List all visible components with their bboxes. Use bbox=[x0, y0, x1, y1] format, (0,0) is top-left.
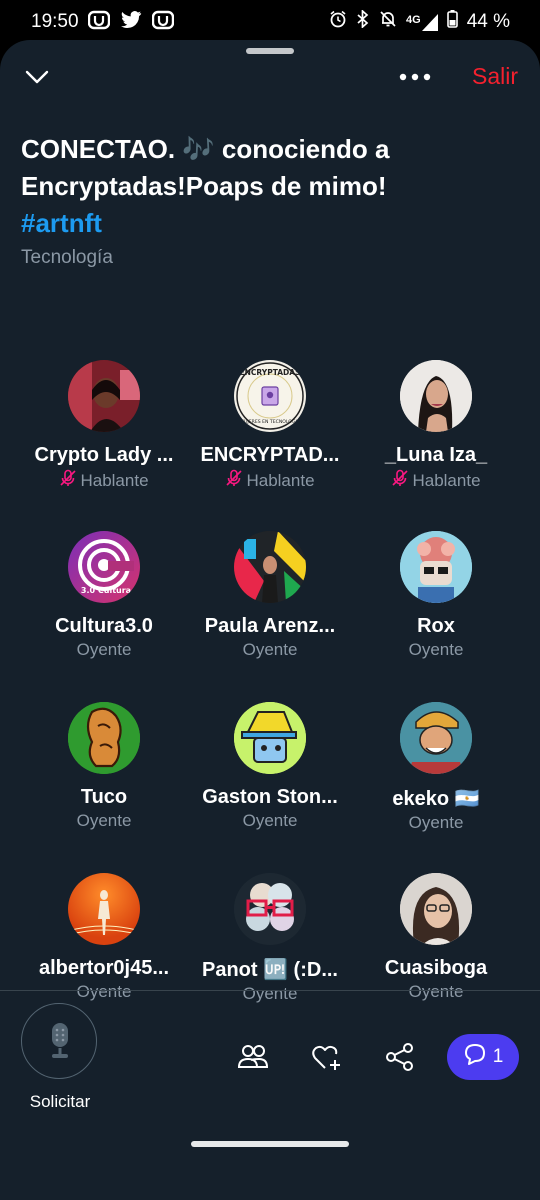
participant-card[interactable]: Rox Oyente bbox=[353, 531, 519, 660]
participant-card[interactable]: Cuasiboga Oyente bbox=[353, 873, 519, 1002]
avatar bbox=[400, 531, 472, 603]
participant-role-label: Oyente bbox=[408, 813, 464, 832]
more-options-icon[interactable] bbox=[398, 70, 432, 82]
avatar bbox=[400, 873, 472, 945]
participant-name: _Luna Iza_ bbox=[384, 444, 488, 466]
participant-card[interactable]: 3.0 Cultura Cultura3.0 Oyente bbox=[21, 531, 187, 660]
drag-handle[interactable] bbox=[246, 48, 294, 54]
chat-button[interactable]: 1 bbox=[447, 1034, 519, 1080]
avatar bbox=[400, 702, 472, 774]
avatar bbox=[234, 873, 306, 945]
participant-role: Oyente bbox=[353, 982, 519, 1002]
participant-role: Hablante bbox=[353, 469, 519, 492]
bluetooth-icon bbox=[356, 9, 370, 34]
participant-card[interactable]: ekeko 🇦🇷 Oyente bbox=[353, 702, 519, 833]
participant-role-label: Oyente bbox=[408, 982, 464, 1001]
participant-name: Cuasiboga bbox=[384, 957, 488, 979]
avatar bbox=[68, 702, 140, 774]
encryptadas-badge-bottom: MUJERES EN TECNOLOGIA bbox=[240, 419, 301, 425]
participant-card[interactable]: albertor0j45... Oyente bbox=[21, 873, 187, 1002]
participant-role: Oyente bbox=[21, 640, 187, 660]
avatar: 3.0 Cultura bbox=[68, 531, 140, 603]
battery-icon bbox=[446, 10, 458, 34]
participant-role-label: Oyente bbox=[76, 811, 132, 830]
request-label[interactable]: Solicitar bbox=[10, 1092, 110, 1112]
mic-muted-icon bbox=[59, 469, 77, 492]
network-type: 4G bbox=[406, 13, 421, 26]
participant-role: Hablante bbox=[21, 469, 187, 492]
participant-role: Oyente bbox=[187, 640, 353, 660]
participant-card[interactable]: Crypto Lady ... Hablante bbox=[21, 360, 187, 492]
mic-muted-icon bbox=[225, 469, 243, 492]
avatar bbox=[400, 360, 472, 432]
space-title-hashtag[interactable]: #artnft bbox=[21, 208, 102, 238]
gesture-navigation-bar[interactable] bbox=[191, 1141, 349, 1147]
participant-role: Oyente bbox=[21, 982, 187, 1002]
participant-role-label: Hablante bbox=[80, 470, 149, 490]
notifications-off-icon bbox=[379, 10, 397, 34]
participant-name: Crypto Lady ... bbox=[34, 444, 174, 466]
participant-name: ekeko 🇦🇷 bbox=[392, 788, 480, 810]
leave-button[interactable]: Salir bbox=[472, 63, 518, 90]
avatar bbox=[234, 531, 306, 603]
participant-card[interactable]: Gaston Ston... Oyente bbox=[187, 702, 353, 831]
chat-bubble-icon bbox=[463, 1042, 487, 1072]
people-icon[interactable] bbox=[236, 1040, 270, 1074]
participant-role-label: Oyente bbox=[242, 984, 298, 1003]
avatar bbox=[234, 702, 306, 774]
space-category: Tecnología bbox=[21, 247, 113, 268]
twitter-icon bbox=[120, 10, 142, 36]
participant-name: Gaston Ston... bbox=[202, 786, 338, 808]
signal-icon: 4G bbox=[406, 13, 438, 31]
microphone-icon bbox=[47, 1022, 73, 1065]
participant-name: Cultura3.0 bbox=[55, 615, 153, 637]
space-title: CONECTAO. 🎶 conociendo a Encryptadas!Poa… bbox=[21, 131, 521, 242]
participant-name: albertor0j45... bbox=[38, 957, 170, 979]
request-mic-button[interactable] bbox=[21, 1003, 97, 1079]
participant-role: Oyente bbox=[187, 811, 353, 831]
participant-role-label: Oyente bbox=[76, 982, 132, 1001]
participant-role-label: Oyente bbox=[242, 640, 298, 659]
participant-card[interactable]: ENCRYPTADAS MUJERES EN TECNOLOGIA ENCRYP… bbox=[187, 360, 353, 492]
participant-name: Tuco bbox=[80, 786, 128, 808]
participant-card[interactable]: _Luna Iza_ Hablante bbox=[353, 360, 519, 492]
space-header: Salir bbox=[0, 60, 540, 100]
participant-name: ENCRYPTAD... bbox=[200, 444, 340, 466]
participant-card[interactable]: Tuco Oyente bbox=[21, 702, 187, 831]
uber-icon-2 bbox=[151, 10, 175, 36]
avatar bbox=[68, 873, 140, 945]
participant-card[interactable]: Paula Arenz... Oyente bbox=[187, 531, 353, 660]
uber-icon bbox=[87, 10, 111, 36]
participant-role: Oyente bbox=[21, 811, 187, 831]
participant-card[interactable]: Panot 🆙 (:D... Oyente bbox=[187, 873, 353, 1004]
collapse-chevron-down-icon[interactable] bbox=[24, 64, 50, 90]
participant-role: Hablante bbox=[187, 469, 353, 492]
participant-role-label: Oyente bbox=[408, 640, 464, 659]
battery-percent: 44 % bbox=[466, 11, 510, 32]
participant-role-label: Oyente bbox=[76, 640, 132, 659]
avatar: ENCRYPTADAS MUJERES EN TECNOLOGIA bbox=[234, 360, 306, 432]
react-heart-plus-icon[interactable] bbox=[310, 1040, 344, 1074]
encryptadas-badge-top: ENCRYPTADAS bbox=[240, 368, 301, 377]
cultura-badge: 3.0 Cultura bbox=[81, 586, 131, 595]
mic-muted-icon bbox=[391, 469, 409, 492]
bottom-divider bbox=[0, 990, 540, 991]
share-icon[interactable] bbox=[383, 1040, 417, 1074]
chat-count: 1 bbox=[492, 1046, 504, 1067]
participant-name: Panot 🆙 (:D... bbox=[201, 959, 338, 981]
participant-role: Oyente bbox=[187, 984, 353, 1004]
space-title-text: CONECTAO. 🎶 conociendo a Encryptadas!Poa… bbox=[21, 134, 390, 201]
status-time: 19:50 bbox=[31, 11, 79, 32]
alarm-icon bbox=[329, 10, 347, 34]
participant-role-label: Hablante bbox=[412, 470, 481, 490]
participant-name: Paula Arenz... bbox=[204, 615, 336, 637]
participant-role: Oyente bbox=[353, 640, 519, 660]
status-bar: 19:50 4G 44 % bbox=[0, 0, 540, 44]
participant-role: Oyente bbox=[353, 813, 519, 833]
participant-role-label: Hablante bbox=[246, 470, 315, 490]
participant-name: Rox bbox=[417, 615, 455, 637]
avatar bbox=[68, 360, 140, 432]
participant-role-label: Oyente bbox=[242, 811, 298, 830]
